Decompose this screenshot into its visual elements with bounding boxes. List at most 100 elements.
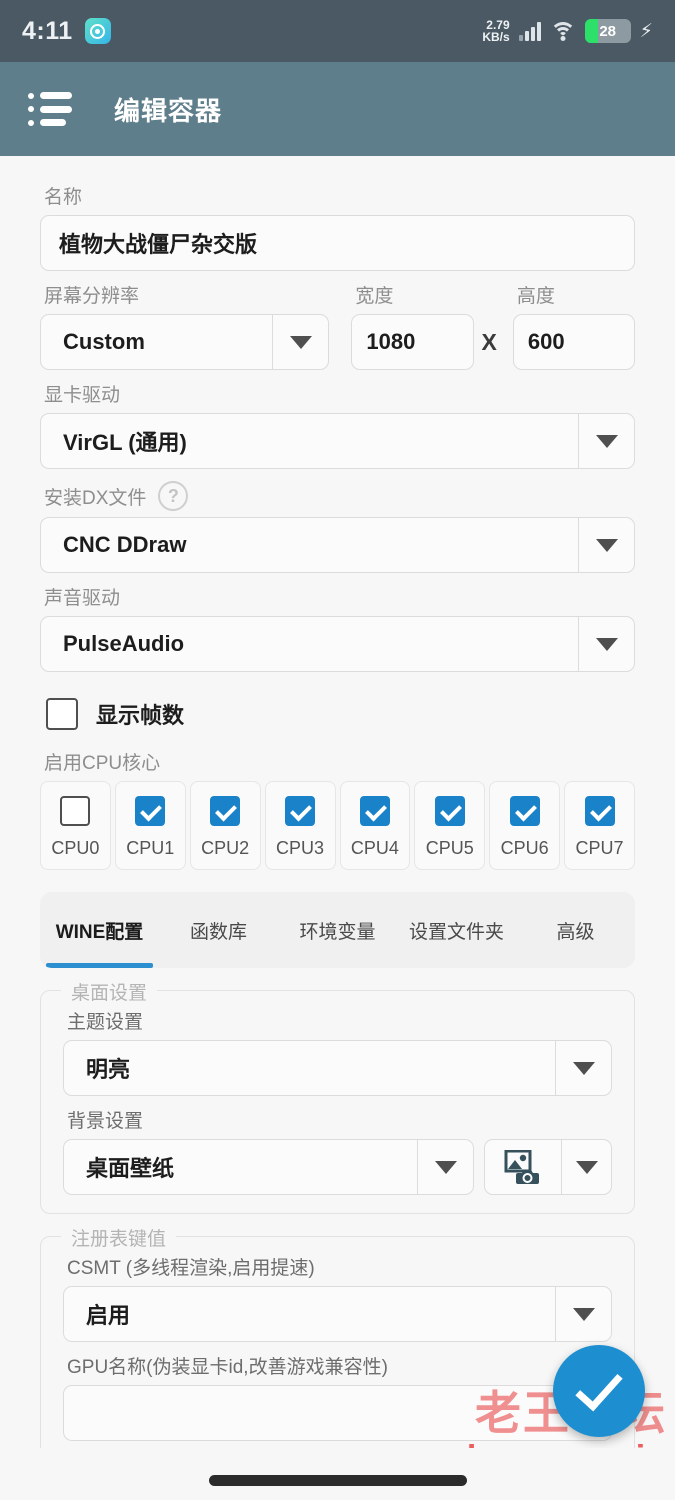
bottom-fade: [0, 1448, 675, 1500]
gpu-driver-value: VirGL (通用): [63, 430, 187, 455]
show-fps-label: 显示帧数: [96, 703, 185, 728]
cpu-checkbox[interactable]: [285, 796, 316, 826]
cpu-checkbox[interactable]: [210, 796, 241, 826]
cpu-checkbox[interactable]: [584, 796, 615, 826]
cpu-core-item[interactable]: CPU0: [40, 781, 111, 870]
background-row: 桌面壁纸: [63, 1139, 612, 1195]
cpu-core-item[interactable]: CPU5: [414, 781, 486, 870]
check-icon: [575, 1362, 623, 1411]
width-input[interactable]: 1080: [351, 314, 474, 370]
charging-bolt-icon: ⚡: [639, 20, 653, 42]
chevron-down-icon[interactable]: [578, 414, 634, 468]
cpu-label: CPU0: [51, 838, 100, 858]
network-speed-unit: KB/s: [482, 30, 510, 44]
chevron-down-icon[interactable]: [555, 1287, 611, 1341]
cpu-label: CPU1: [126, 838, 175, 858]
background-value: 桌面壁纸: [86, 1156, 175, 1181]
desktop-panel-legend: 桌面设置: [61, 978, 158, 1005]
page-title: 编辑容器: [114, 95, 223, 126]
gpu-name-label: GPU名称(伪装显卡id,改善游戏兼容性): [67, 1357, 388, 1378]
tab-advanced[interactable]: 高级: [516, 892, 635, 968]
theme-label: 主题设置: [67, 1012, 144, 1033]
theme-select[interactable]: 明亮: [63, 1040, 612, 1096]
theme-value: 明亮: [86, 1057, 131, 1082]
audio-driver-value: PulseAudio: [63, 631, 185, 656]
network-speed: 2.79 KB/s: [482, 19, 510, 44]
help-icon[interactable]: ?: [158, 481, 189, 511]
save-fab-button[interactable]: [553, 1345, 645, 1437]
csmt-select[interactable]: 启用: [63, 1286, 612, 1342]
cpu-checkbox[interactable]: [135, 796, 166, 826]
dx-select[interactable]: CNC DDraw: [40, 517, 635, 573]
status-bar-left: 4:11: [22, 17, 111, 46]
gesture-navigation-bar[interactable]: [208, 1475, 467, 1486]
resolution-row: 屏幕分辨率 Custom 宽度 1080 X 高度 600: [40, 271, 635, 370]
chevron-down-icon[interactable]: [578, 518, 634, 572]
cpu-checkbox[interactable]: [509, 796, 540, 826]
wifi-icon: [549, 21, 576, 41]
cpu-label: CPU2: [201, 838, 250, 858]
status-clock: 4:11: [22, 16, 73, 45]
eye-app-icon: [84, 18, 111, 44]
audio-driver-select[interactable]: PulseAudio: [40, 616, 635, 672]
cellular-signal-icon: [518, 21, 541, 41]
background-label: 背景设置: [67, 1111, 144, 1132]
dx-label-row: 安装DX文件 ?: [44, 481, 635, 511]
cpu-core-item[interactable]: CPU3: [264, 781, 336, 870]
chevron-down-icon[interactable]: [561, 1140, 611, 1194]
dx-label: 安装DX文件: [44, 487, 147, 509]
registry-settings-panel: 注册表键值 CSMT (多线程渲染,启用提速) 启用 GPU名称(伪装显卡id,…: [40, 1224, 635, 1460]
cpu-label: CPU6: [500, 838, 549, 858]
chevron-down-icon[interactable]: [555, 1041, 611, 1095]
width-label: 宽度: [355, 286, 394, 307]
cpu-core-item[interactable]: CPU4: [339, 781, 411, 870]
cpu-core-item[interactable]: CPU1: [114, 781, 186, 870]
cpu-checkbox[interactable]: [434, 796, 465, 826]
csmt-value: 启用: [86, 1303, 131, 1328]
cpu-section-label: 启用CPU核心: [44, 753, 161, 774]
tab-folders[interactable]: 设置文件夹: [397, 892, 516, 968]
dimension-separator: X: [481, 329, 497, 355]
cpu-label: CPU7: [575, 838, 624, 858]
gpu-name-input[interactable]: [63, 1385, 612, 1441]
image-camera-icon: [485, 1140, 561, 1194]
dx-value: CNC DDraw: [63, 532, 187, 557]
background-select[interactable]: 桌面壁纸: [63, 1139, 474, 1195]
resolution-select[interactable]: Custom: [40, 314, 330, 370]
battery-indicator: 28: [584, 19, 631, 43]
settings-form: 名称 植物大战僵尸杂交版 屏幕分辨率 Custom 宽度 1080 X 高度 6…: [0, 156, 675, 1460]
height-label: 高度: [516, 286, 555, 307]
cpu-checkbox[interactable]: [60, 796, 91, 826]
registry-panel-legend: 注册表键值: [61, 1224, 177, 1251]
tab-wine-config[interactable]: WINE配置: [40, 892, 159, 968]
list-menu-icon[interactable]: [28, 92, 72, 126]
show-fps-checkbox[interactable]: [46, 698, 78, 730]
battery-percent-label: 28: [599, 22, 616, 40]
cpu-core-item[interactable]: CPU6: [489, 781, 561, 870]
chevron-down-icon[interactable]: [578, 617, 634, 671]
name-label: 名称: [44, 187, 83, 208]
image-picker-button[interactable]: [484, 1139, 612, 1195]
name-input[interactable]: 植物大战僵尸杂交版: [40, 215, 635, 271]
app-root: 4:11 2.79 KB/s 28 ⚡ 编辑容器 名称 植物大战僵尸杂交版 屏幕…: [0, 0, 675, 1500]
tab-libraries[interactable]: 函数库: [159, 892, 278, 968]
cpu-label: CPU5: [425, 838, 474, 858]
chevron-down-icon[interactable]: [272, 315, 328, 369]
app-bar: 编辑容器: [0, 62, 675, 156]
cpu-core-item[interactable]: CPU7: [564, 781, 635, 870]
gpu-driver-label: 显卡驱动: [44, 385, 121, 406]
status-bar-right: 2.79 KB/s 28 ⚡: [482, 19, 653, 44]
csmt-label: CSMT (多线程渲染,启用提速): [67, 1258, 315, 1279]
cpu-core-item[interactable]: CPU2: [189, 781, 261, 870]
tab-bar: WINE配置 函数库 环境变量 设置文件夹 高级: [40, 892, 635, 968]
tab-env-vars[interactable]: 环境变量: [278, 892, 397, 968]
resolution-value: Custom: [63, 329, 145, 354]
gpu-driver-select[interactable]: VirGL (通用): [40, 413, 635, 469]
height-input[interactable]: 600: [512, 314, 635, 370]
cpu-core-grid: CPU0 CPU1 CPU2 CPU3 CPU4 CPU5 CPU6 CPU7: [40, 781, 635, 870]
chevron-down-icon[interactable]: [417, 1140, 473, 1194]
cpu-label: CPU4: [350, 838, 399, 858]
cpu-checkbox[interactable]: [359, 796, 390, 826]
audio-driver-label: 声音驱动: [44, 588, 121, 609]
show-fps-row[interactable]: 显示帧数: [46, 698, 635, 730]
